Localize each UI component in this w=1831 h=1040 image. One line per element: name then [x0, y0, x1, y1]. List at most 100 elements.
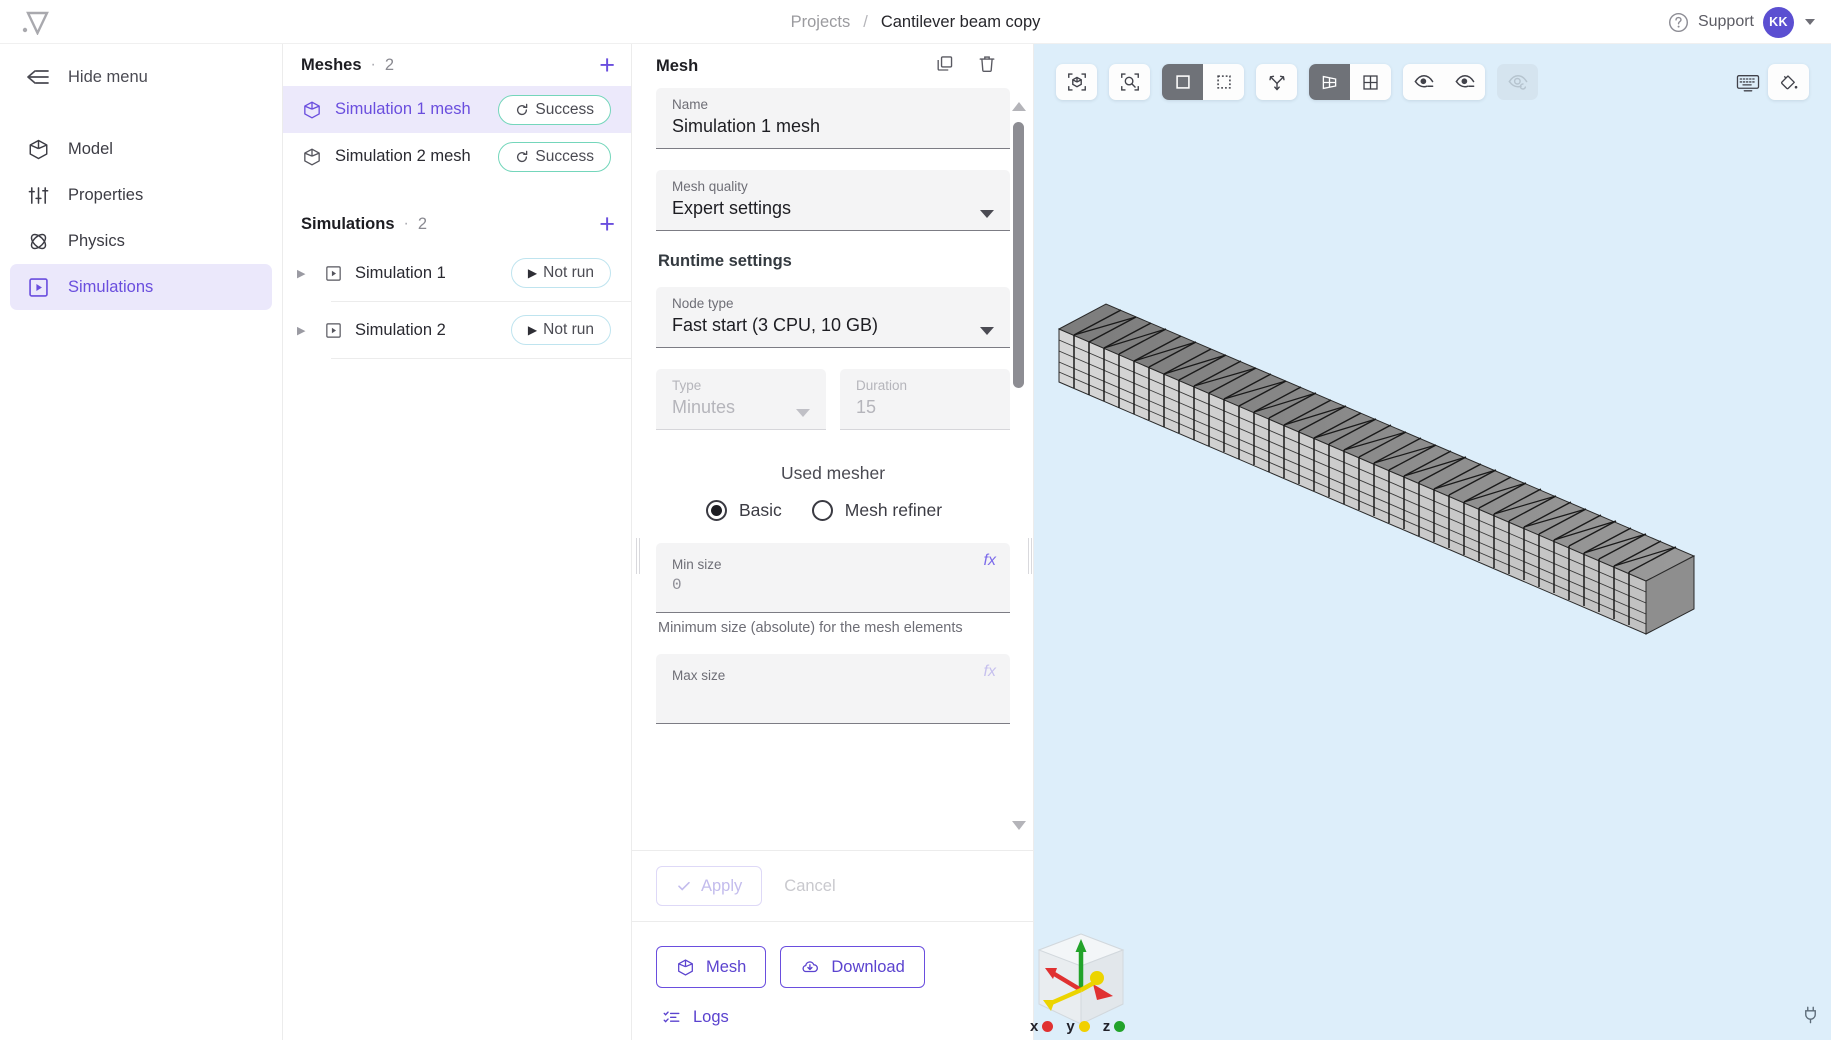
keyboard-shortcuts-button[interactable] — [1727, 64, 1768, 100]
chevron-down-icon — [980, 327, 994, 335]
select-box-dashed-button[interactable] — [1203, 64, 1244, 100]
radio-basic[interactable] — [705, 500, 727, 521]
scroll-up-icon[interactable] — [1012, 102, 1026, 111]
cancel-button[interactable]: Cancel — [772, 877, 847, 896]
sidebar-item-label: Properties — [68, 185, 144, 204]
show-hidden-button[interactable] — [1403, 64, 1444, 100]
simulation-list-item[interactable]: ▶ Simulation 1 ▶ Not run — [283, 245, 631, 301]
axis-x-letter: x — [1030, 1018, 1039, 1035]
chevron-down-icon — [796, 409, 810, 417]
mesh-item-label: Simulation 1 mesh — [335, 100, 471, 118]
meshes-simulations-panel: Meshes · 2 + Simulation 1 mesh Success S… — [283, 44, 632, 1040]
sidebar-item-model[interactable]: Model — [10, 126, 272, 172]
mesh-button[interactable]: Mesh — [656, 946, 767, 988]
max-size-input[interactable]: Max size fx — [656, 654, 1010, 724]
breadcrumb-projects[interactable]: Projects — [791, 13, 851, 32]
status-badge[interactable]: ▶ Not run — [510, 315, 611, 345]
node-type-label: Node type — [672, 296, 734, 311]
download-button[interactable]: Download — [780, 946, 925, 988]
perspective-view-button[interactable] — [1309, 64, 1350, 100]
connection-status-button[interactable] — [1802, 1005, 1819, 1030]
sidebar-item-physics[interactable]: Physics — [10, 218, 272, 264]
mesh-cube-icon — [301, 146, 323, 168]
explode-axes-button[interactable] — [1256, 64, 1297, 100]
detail-scrollbar[interactable] — [1010, 94, 1027, 838]
chevron-down-icon[interactable] — [1805, 19, 1815, 25]
hide-menu-button[interactable]: Hide menu — [10, 54, 272, 100]
avatar[interactable]: KK — [1763, 6, 1794, 38]
axis-x-label: x — [1030, 1018, 1054, 1035]
select-box-solid-icon — [1175, 75, 1190, 89]
3d-viewport[interactable] — [1034, 44, 1831, 1040]
add-simulation-button[interactable]: + — [599, 211, 615, 238]
visibility-group — [1403, 64, 1485, 100]
axis-y-dot — [1078, 1021, 1090, 1032]
mesh-list-item[interactable]: Simulation 2 mesh Success — [283, 133, 631, 180]
panel-title: Mesh — [656, 56, 699, 75]
delete-button[interactable] — [977, 54, 997, 79]
hide-selected-button[interactable] — [1444, 64, 1485, 100]
axis-z-letter: z — [1102, 1018, 1111, 1035]
top-bar: Projects / Cantilever beam copy Support … — [0, 0, 1831, 44]
max-size-label: Max size — [672, 668, 726, 683]
status-badge[interactable]: Success — [498, 94, 611, 125]
min-size-label: Min size — [672, 557, 722, 572]
chevron-right-icon[interactable]: ▶ — [297, 267, 313, 280]
hide-selected-icon — [1455, 75, 1474, 88]
mesh-render — [1057, 303, 1696, 635]
sidebar-item-label: Model — [68, 139, 113, 158]
duplicate-button[interactable] — [935, 54, 955, 79]
show-hidden-icon — [1414, 75, 1433, 88]
breadcrumb-separator: / — [863, 12, 868, 31]
simulation-list-item[interactable]: ▶ Simulation 2 ▶ Not run — [283, 302, 631, 358]
logs-button[interactable]: Logs — [662, 1008, 729, 1027]
axis-x-dot — [1042, 1021, 1054, 1032]
meshes-count: 2 — [384, 55, 395, 74]
mesh-quality-select[interactable]: Mesh quality Expert settings — [656, 170, 1010, 231]
status-label: Not run — [543, 264, 594, 281]
zoom-to-selection-button[interactable] — [1109, 64, 1150, 100]
scroll-down-icon[interactable] — [1012, 821, 1026, 830]
panel-splitter-right[interactable] — [1028, 538, 1032, 574]
fit-to-object-button[interactable] — [1056, 64, 1097, 100]
apply-button[interactable]: Apply — [656, 866, 763, 906]
status-label: Success — [535, 147, 594, 165]
sidebar-item-simulations[interactable]: Simulations — [10, 264, 272, 310]
name-field[interactable]: Name Simulation 1 mesh — [656, 88, 1010, 149]
breadcrumb: Projects / Cantilever beam copy — [0, 0, 1831, 44]
scrollbar-thumb[interactable] — [1013, 122, 1024, 388]
name-field-label: Name — [672, 97, 709, 112]
play-icon: ▶ — [527, 323, 538, 337]
add-mesh-button[interactable]: + — [599, 52, 615, 79]
sidebar-item-properties[interactable]: Properties — [10, 172, 272, 218]
sidebar-item-label: Simulations — [68, 277, 154, 296]
collapse-menu-icon — [26, 65, 50, 89]
axis-z-label: z — [1103, 1018, 1126, 1035]
app-logo[interactable] — [18, 5, 52, 39]
chevron-right-icon[interactable]: ▶ — [297, 324, 313, 337]
select-box-solid-button[interactable] — [1162, 64, 1203, 100]
background-color-button[interactable] — [1768, 64, 1809, 100]
panel-splitter-left[interactable] — [636, 538, 640, 574]
mesh-list-item[interactable]: Simulation 1 mesh Success — [283, 86, 631, 133]
status-badge[interactable]: ▶ Not run — [510, 258, 611, 288]
min-size-input[interactable]: Min size 0 fx — [656, 543, 1010, 613]
formula-icon[interactable]: fx — [984, 663, 996, 681]
max-size-value — [672, 687, 994, 711]
radio-mesh-refiner[interactable] — [811, 500, 833, 521]
support-button[interactable]: Support — [1668, 12, 1754, 33]
type-label: Type — [672, 378, 702, 393]
play-square-icon — [323, 320, 343, 340]
axis-gizmo-labels: x y z — [1030, 1018, 1133, 1035]
status-label: Not run — [543, 321, 594, 338]
chevron-down-icon — [980, 210, 994, 218]
status-label: Success — [535, 100, 594, 118]
cantilever-beam-mesh — [1057, 303, 1696, 635]
orthographic-grid-button[interactable] — [1350, 64, 1391, 100]
status-badge[interactable]: Success — [498, 141, 611, 172]
formula-icon[interactable]: fx — [984, 552, 996, 570]
select-box-dashed-icon — [1216, 75, 1231, 89]
runtime-duration-row: Type Minutes Duration 15 — [656, 369, 1010, 451]
mesh-cube-icon — [301, 99, 323, 121]
node-type-select[interactable]: Node type Fast start (3 CPU, 10 GB) — [656, 287, 1010, 348]
